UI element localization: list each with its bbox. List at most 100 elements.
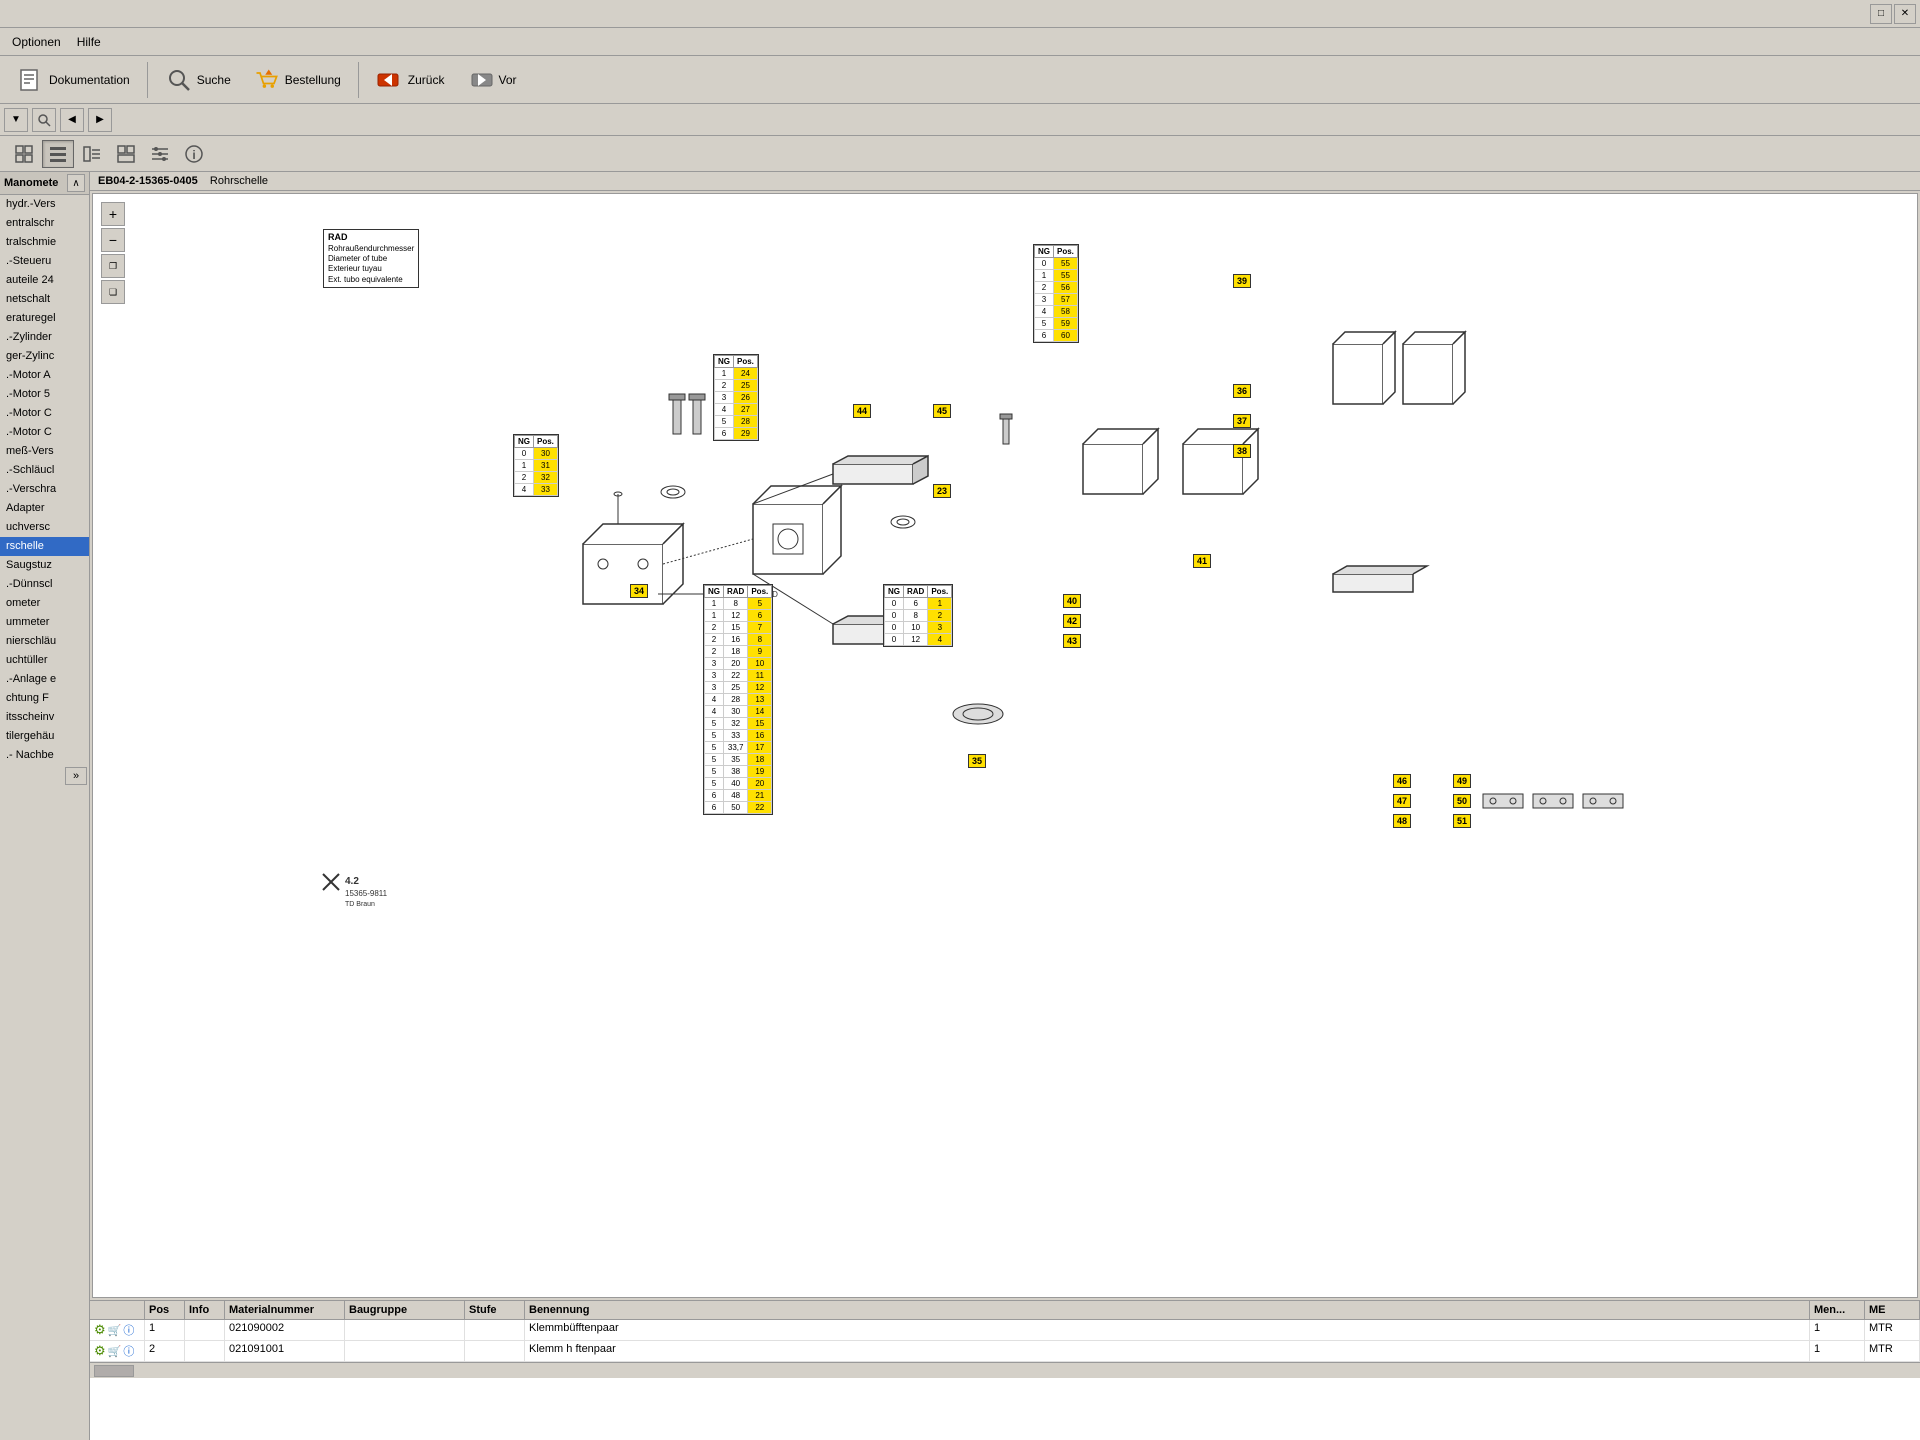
sidebar-item-24[interactable]: uchtüller [0, 651, 89, 670]
zuruck-button[interactable]: Zurück [367, 62, 454, 98]
row2-cart-icon[interactable]: 🛒 [108, 1345, 122, 1358]
sidebar-item-22[interactable]: ummeter [0, 613, 89, 632]
sidebar-item-21[interactable]: ometer [0, 594, 89, 613]
restore-btn[interactable]: □ [1870, 4, 1892, 24]
row1-info-icon[interactable]: ⓘ [123, 1322, 134, 1338]
zoom-minus[interactable]: − [101, 228, 125, 252]
view-btn-3[interactable] [76, 140, 108, 168]
row1-baugruppe [345, 1320, 465, 1340]
sidebar-item-26[interactable]: chtung F [0, 689, 89, 708]
back-addr-btn[interactable]: ◀ [60, 108, 84, 132]
sidebar-item-2[interactable]: tralschmie [0, 233, 89, 252]
toolbar-sep-2 [358, 62, 359, 98]
row1-gear-icon[interactable]: ⚙ [94, 1322, 106, 1338]
forward-addr-btn[interactable]: ▶ [88, 108, 112, 132]
row2-menge: 1 [1810, 1341, 1865, 1361]
table-t4: NGRADPos. 185 1126 2157 2168 2189 32010 … [703, 584, 773, 815]
search-addr-btn[interactable] [32, 108, 56, 132]
toolbar: Dokumentation Suche Bestellung [0, 56, 1920, 104]
rad-label-title: RAD [328, 232, 414, 244]
rad-label-line3: Exterieur tuyau [328, 264, 414, 274]
zoom-controls: + − ❐ ❏ [101, 202, 125, 304]
sidebar-item-9[interactable]: .-Motor A [0, 366, 89, 385]
row1-material: 021090002 [225, 1320, 345, 1340]
badge-51: 51 [1453, 814, 1471, 828]
sidebar-item-23[interactable]: nierschläu [0, 632, 89, 651]
view-toolbar: i [0, 136, 1920, 172]
table-t3: NGPos. 055 155 256 357 458 559 660 [1033, 244, 1079, 343]
sidebar-item-3[interactable]: .-Steueru [0, 252, 89, 271]
row2-material: 021091001 [225, 1341, 345, 1361]
view-btn-4[interactable] [110, 140, 142, 168]
zoom-fit[interactable]: ❐ [101, 254, 125, 278]
col-header-menge: Men... [1810, 1301, 1865, 1319]
sidebar-item-12[interactable]: .-Motor C [0, 423, 89, 442]
sidebar-item-10[interactable]: .-Motor 5 [0, 385, 89, 404]
menu-optionen[interactable]: Optionen [4, 33, 69, 51]
sidebar-item-6[interactable]: eraturegel [0, 309, 89, 328]
row2-stufe [465, 1341, 525, 1361]
badge-37: 37 [1233, 414, 1251, 428]
vor-icon [466, 66, 494, 94]
sidebar-item-4[interactable]: auteile 24 [0, 271, 89, 290]
dokumentation-button[interactable]: Dokumentation [8, 62, 139, 98]
dokumentation-label: Dokumentation [49, 73, 130, 87]
diagram-svg: RAD 4.2 15365-9811 TD Braun [133, 194, 1918, 974]
rad-label-line1: Rohraußendurchmesser [328, 244, 414, 254]
row1-cart-icon[interactable]: 🛒 [108, 1324, 122, 1337]
sidebar-item-16[interactable]: Adapter [0, 499, 89, 518]
maximize-btn[interactable]: ✕ [1894, 4, 1916, 24]
row2-me: MTR [1865, 1341, 1920, 1361]
sidebar-item-28[interactable]: tilergehäu [0, 727, 89, 746]
row2-info-icon[interactable]: ⓘ [123, 1343, 134, 1359]
breadcrumb-code: EB04-2-15365-0405 [98, 175, 198, 187]
sidebar-more-btn[interactable]: » [65, 767, 87, 785]
main-layout: Manomete ∧ hydr.-Vers entralschr tralsch… [0, 172, 1920, 1440]
horizontal-scrollbar[interactable] [90, 1362, 1920, 1378]
dokumentation-icon [17, 66, 45, 94]
sidebar-item-7[interactable]: .-Zylinder [0, 328, 89, 347]
bottom-table: Pos Info Materialnummer Baugruppe Stufe … [90, 1300, 1920, 1440]
row2-baugruppe [345, 1341, 465, 1361]
vor-button[interactable]: Vor [457, 62, 525, 98]
vor-label: Vor [498, 73, 516, 87]
zoom-plus[interactable]: + [101, 202, 125, 226]
row2-gear-icon[interactable]: ⚙ [94, 1343, 106, 1359]
breadcrumb-title: Rohrschelle [210, 175, 268, 187]
rad-label-line2: Diameter of tube [328, 254, 414, 264]
sidebar-expand-btn[interactable]: ∧ [67, 174, 85, 192]
sidebar-item-27[interactable]: itsscheinv [0, 708, 89, 727]
sidebar-item-20[interactable]: .-Dünnscl [0, 575, 89, 594]
col-header-info: Info [185, 1301, 225, 1319]
badge-40: 40 [1063, 594, 1081, 608]
sidebar-item-14[interactable]: .-Schläucl [0, 461, 89, 480]
sidebar-item-1[interactable]: entralschr [0, 214, 89, 233]
sidebar-item-11[interactable]: .-Motor C [0, 404, 89, 423]
menu-bar: Optionen Hilfe [0, 28, 1920, 56]
view-btn-2[interactable] [42, 140, 74, 168]
view-btn-info[interactable]: i [178, 140, 210, 168]
view-btn-5[interactable] [144, 140, 176, 168]
sidebar-item-13[interactable]: meß-Vers [0, 442, 89, 461]
row1-info [185, 1320, 225, 1340]
title-bar: □ ✕ [0, 0, 1920, 28]
sidebar-item-5[interactable]: netschalt [0, 290, 89, 309]
suche-button[interactable]: Suche [156, 62, 240, 98]
sidebar-item-19[interactable]: Saugstuz [0, 556, 89, 575]
dropdown-btn[interactable]: ▼ [4, 108, 28, 132]
sidebar-item-8[interactable]: ger-Zylinc [0, 347, 89, 366]
bestellung-button[interactable]: Bestellung [244, 62, 350, 98]
col-header-me: ME [1865, 1301, 1920, 1319]
suche-icon [165, 66, 193, 94]
zoom-expand[interactable]: ❏ [101, 280, 125, 304]
sidebar-item-18[interactable]: rschelle [0, 537, 89, 556]
sidebar-item-15[interactable]: .-Verschra [0, 480, 89, 499]
sidebar-item-0[interactable]: hydr.-Vers [0, 195, 89, 214]
sidebar-item-17[interactable]: uchversc [0, 518, 89, 537]
view-btn-1[interactable] [8, 140, 40, 168]
sidebar-item-25[interactable]: .-Anlage e [0, 670, 89, 689]
sidebar-item-29[interactable]: .- Nachbe [0, 746, 89, 765]
content-area: EB04-2-15365-0405 Rohrschelle + − ❐ ❏ [90, 172, 1920, 1440]
menu-hilfe[interactable]: Hilfe [69, 33, 109, 51]
scrollbar-thumb[interactable] [94, 1365, 134, 1377]
